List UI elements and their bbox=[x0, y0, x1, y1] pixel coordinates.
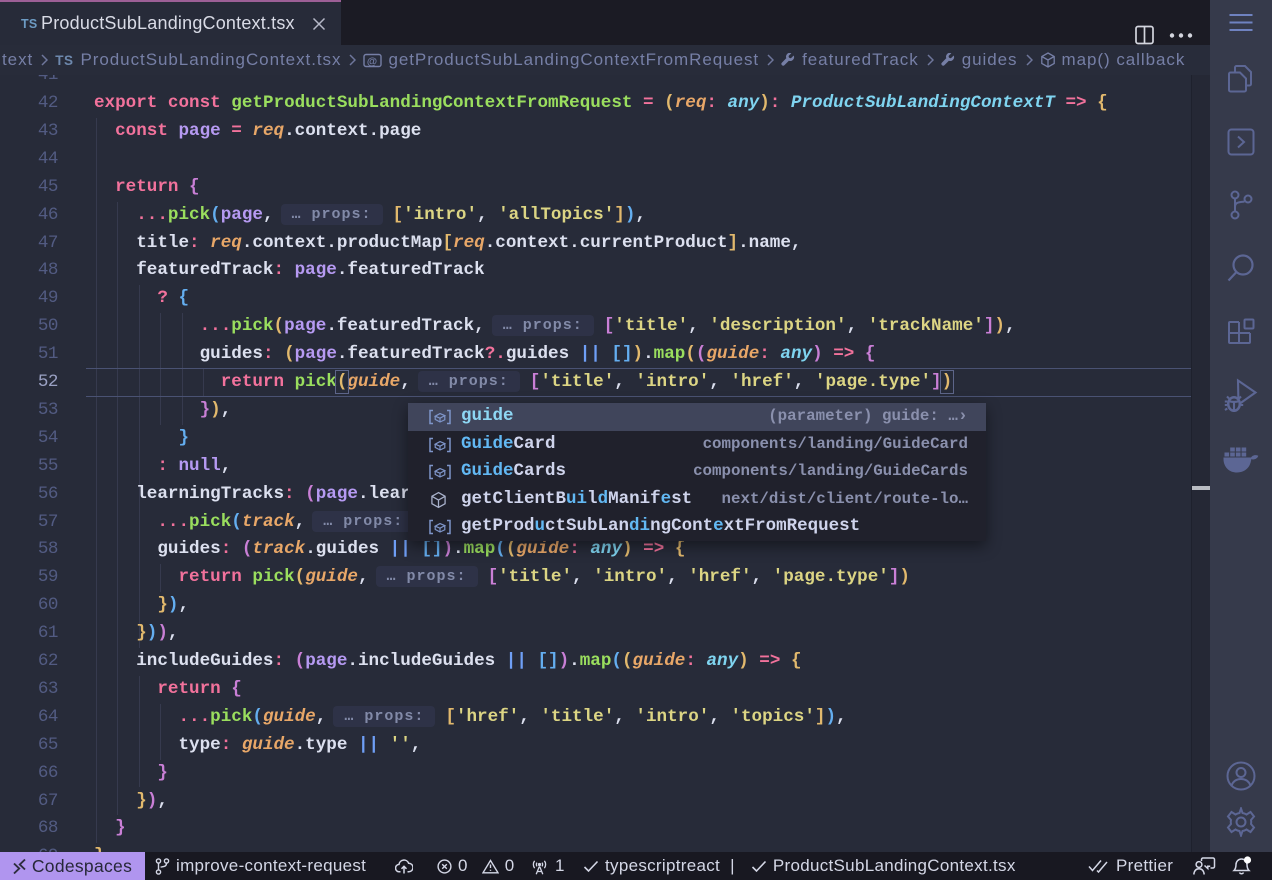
svg-text:@: @ bbox=[367, 55, 378, 67]
